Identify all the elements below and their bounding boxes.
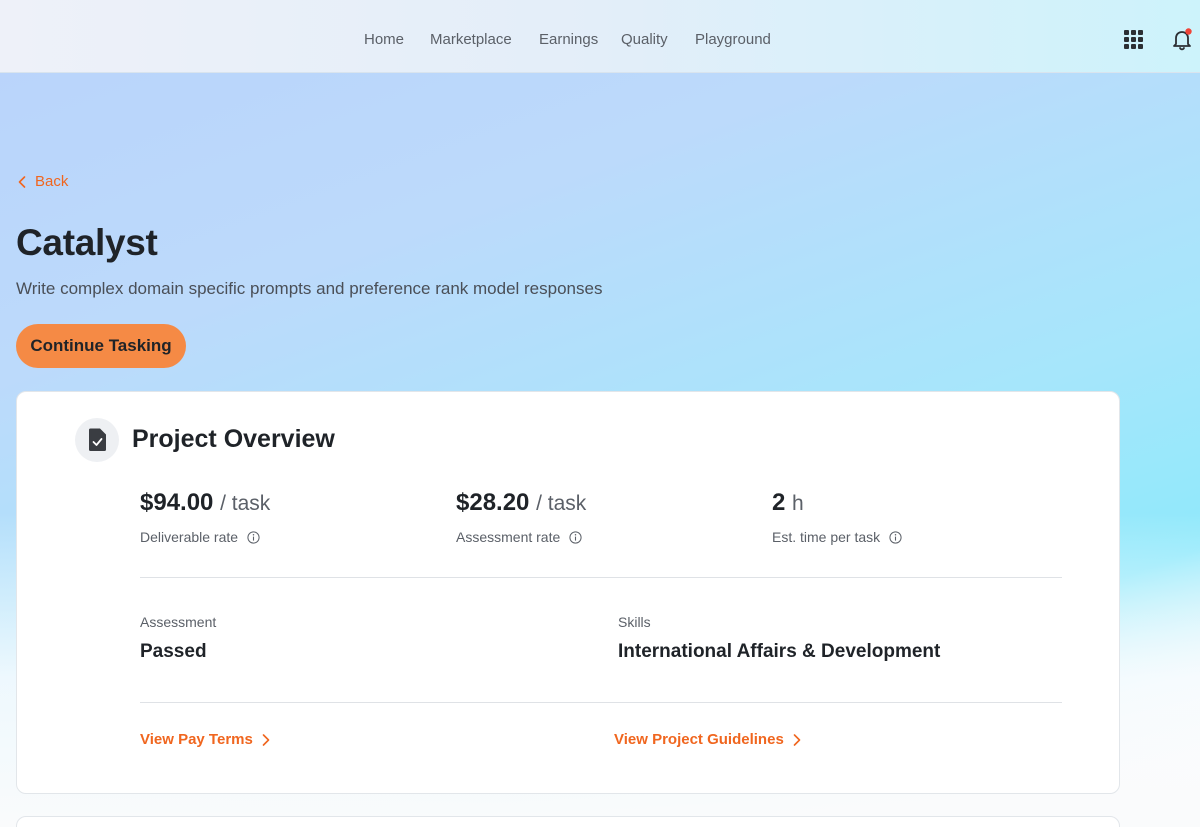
assessment-rate-value: $28.20 bbox=[456, 489, 530, 516]
nav-item-home[interactable]: Home bbox=[364, 31, 404, 48]
info-icon[interactable] bbox=[247, 530, 260, 544]
assessment-status: Passed bbox=[140, 641, 207, 662]
project-overview-card: Project Overview $94.00 / task Deliverab… bbox=[16, 391, 1120, 794]
divider bbox=[140, 577, 1062, 578]
back-link[interactable]: Back bbox=[18, 173, 68, 190]
info-icon[interactable] bbox=[569, 530, 582, 544]
page-subtitle: Write complex domain specific prompts an… bbox=[16, 279, 603, 298]
time-per-task-value: 2 bbox=[772, 489, 786, 516]
overview-title: Project Overview bbox=[132, 425, 335, 453]
nav-item-playground[interactable]: Playground bbox=[695, 31, 771, 48]
bell-icon[interactable] bbox=[1170, 27, 1194, 51]
assessment-rate-label: Assessment rate bbox=[456, 529, 561, 545]
skills-detail: Skills International Affairs & Developme… bbox=[618, 614, 940, 663]
divider bbox=[140, 702, 1062, 703]
deliverable-rate-value: $94.00 bbox=[140, 489, 214, 516]
chevron-right-icon bbox=[262, 733, 270, 746]
info-icon[interactable] bbox=[889, 530, 902, 544]
back-label: Back bbox=[35, 173, 69, 190]
assessment-detail: Assessment Passed bbox=[140, 614, 216, 663]
grid-icon[interactable] bbox=[1124, 30, 1143, 49]
notification-dot bbox=[1185, 28, 1192, 35]
page-title: Catalyst bbox=[16, 222, 158, 263]
skills-label: Skills bbox=[618, 614, 651, 630]
metric-value: $94.00 / task bbox=[140, 489, 270, 517]
metric-value: 2 h bbox=[772, 489, 902, 517]
view-project-guidelines-label: View Project Guidelines bbox=[614, 731, 784, 748]
assessment-label: Assessment bbox=[140, 614, 217, 630]
continue-tasking-button[interactable]: Continue Tasking bbox=[16, 324, 186, 368]
view-pay-terms-label: View Pay Terms bbox=[140, 731, 253, 748]
nav-item-quality[interactable]: Quality bbox=[621, 31, 668, 48]
view-pay-terms-link[interactable]: View Pay Terms bbox=[140, 731, 270, 748]
time-per-task-metric: 2 h Est. time per task bbox=[772, 489, 902, 545]
assessment-rate-unit: / task bbox=[536, 492, 587, 515]
assessment-rate-metric: $28.20 / task Assessment rate bbox=[456, 489, 586, 545]
next-section-card bbox=[16, 816, 1120, 827]
top-navigation-bar: Home Marketplace Earnings Quality Playgr… bbox=[0, 0, 1200, 73]
deliverable-rate-metric: $94.00 / task Deliverable rate bbox=[140, 489, 270, 545]
view-project-guidelines-link[interactable]: View Project Guidelines bbox=[614, 731, 801, 748]
chevron-right-icon bbox=[793, 733, 801, 746]
deliverable-rate-label: Deliverable rate bbox=[140, 529, 239, 545]
nav-item-earnings[interactable]: Earnings bbox=[539, 31, 598, 48]
main-nav: Home Marketplace Earnings Quality Playgr… bbox=[0, 0, 1200, 73]
nav-item-marketplace[interactable]: Marketplace bbox=[430, 31, 512, 48]
deliverable-rate-unit: / task bbox=[220, 492, 271, 515]
time-per-task-unit: h bbox=[792, 492, 804, 515]
chevron-left-icon bbox=[18, 175, 26, 188]
skills-value: International Affairs & Development bbox=[618, 641, 941, 662]
time-per-task-label: Est. time per task bbox=[772, 529, 881, 545]
metric-value: $28.20 / task bbox=[456, 489, 586, 517]
document-check-icon bbox=[75, 418, 119, 462]
